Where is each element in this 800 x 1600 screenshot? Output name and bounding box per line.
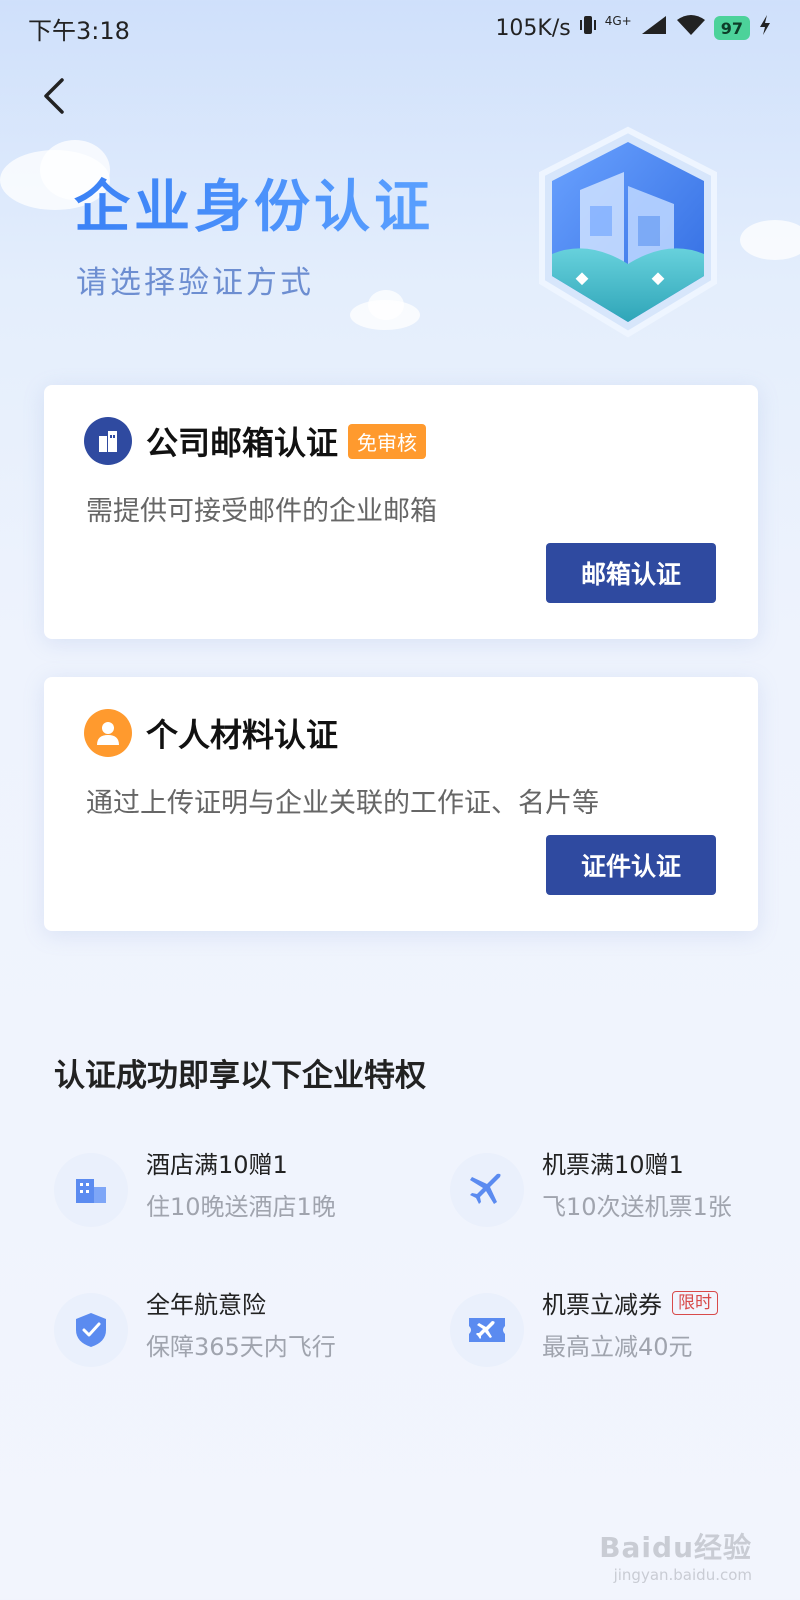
privilege-title: 酒店满10赠1 <box>146 1151 288 1179</box>
privilege-title: 全年航意险 <box>146 1291 266 1319</box>
decorative-cloud <box>368 290 404 320</box>
shield-check-icon <box>54 1293 128 1367</box>
hotel-building-icon <box>54 1153 128 1227</box>
email-verification-card: 公司邮箱认证 免审核 需提供可接受邮件的企业邮箱 邮箱认证 <box>44 385 758 639</box>
privileges-heading: 认证成功即享以下企业特权 <box>54 1058 426 1094</box>
privilege-item-insurance: 全年航意险 保障365天内飞行 <box>54 1285 394 1375</box>
network-speed: 105K/s <box>495 15 571 41</box>
page-subtitle: 请选择验证方式 <box>76 265 314 301</box>
enterprise-badge-illustration <box>528 124 728 344</box>
privilege-desc: 住10晚送酒店1晚 <box>146 1193 336 1221</box>
card-description: 通过上传证明与企业关联的工作证、名片等 <box>86 788 599 819</box>
decorative-cloud <box>740 220 800 260</box>
limited-time-tag: 限时 <box>672 1290 718 1315</box>
back-button[interactable] <box>32 74 76 118</box>
cellular-signal-icon <box>640 14 668 42</box>
person-icon <box>84 709 132 757</box>
privilege-title: 机票立减券 限时 <box>542 1285 718 1320</box>
card-description: 需提供可接受邮件的企业邮箱 <box>86 496 437 527</box>
privilege-item-hotel: 酒店满10赠1 住10晚送酒店1晚 <box>54 1145 394 1235</box>
privilege-desc: 保障365天内飞行 <box>146 1333 336 1361</box>
status-indicators: 105K/s 4G+ 97 <box>495 14 772 42</box>
wifi-icon <box>676 14 706 42</box>
card-title: 个人材料认证 <box>146 716 339 754</box>
privilege-item-coupon: 机票立减券 限时 最高立减40元 <box>450 1285 790 1375</box>
vibrate-icon <box>579 14 597 42</box>
card-title: 公司邮箱认证 <box>146 424 339 462</box>
email-verify-button[interactable]: 邮箱认证 <box>546 543 716 603</box>
no-review-tag: 免审核 <box>348 423 427 459</box>
flight-ticket-icon <box>450 1293 524 1367</box>
charging-icon <box>758 14 772 42</box>
status-time: 下午3:18 <box>28 16 130 45</box>
battery-indicator: 97 <box>713 16 750 40</box>
chevron-left-icon <box>44 78 64 114</box>
document-verify-button[interactable]: 证件认证 <box>546 835 716 895</box>
card-header: 公司邮箱认证 免审核 <box>84 417 427 465</box>
personal-verification-card: 个人材料认证 通过上传证明与企业关联的工作证、名片等 证件认证 <box>44 677 758 931</box>
status-bar: 下午3:18 105K/s 4G+ 97 <box>0 0 800 56</box>
privilege-title: 机票满10赠1 <box>542 1151 684 1179</box>
page-title: 企业身份认证 <box>74 162 434 243</box>
privilege-desc: 最高立减40元 <box>542 1333 693 1361</box>
baidu-jingyan-watermark: Baidu经验 jingyan.baidu.com <box>599 1531 752 1584</box>
privilege-item-flight-bonus: 机票满10赠1 飞10次送机票1张 <box>450 1145 790 1235</box>
signal-label: 4G+ <box>604 14 632 28</box>
privilege-desc: 飞10次送机票1张 <box>542 1193 732 1221</box>
airplane-icon <box>450 1153 524 1227</box>
building-icon <box>84 417 132 465</box>
card-header: 个人材料认证 <box>84 709 338 757</box>
